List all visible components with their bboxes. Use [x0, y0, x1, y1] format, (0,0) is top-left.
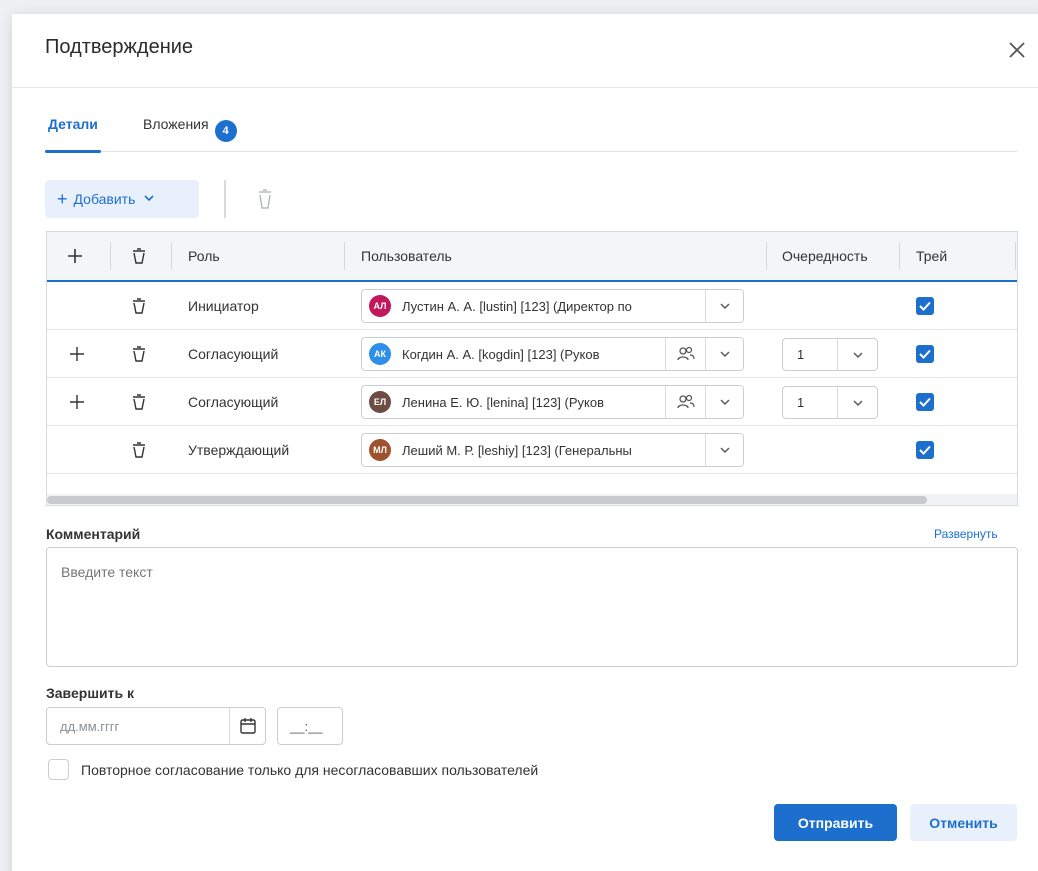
- chevron-down-icon: [143, 191, 155, 207]
- user-select[interactable]: ЕЛ Ленина Е. Ю. [lenina] [123] (Руков: [361, 385, 744, 419]
- plus-icon: +: [57, 188, 68, 209]
- avatar: ЕЛ: [369, 391, 391, 413]
- track-checkbox[interactable]: [916, 345, 934, 363]
- comment-label: Комментарий: [46, 526, 141, 542]
- delete-header-icon[interactable]: [131, 232, 147, 280]
- tab-attachments[interactable]: Вложения 4: [143, 116, 237, 142]
- order-select[interactable]: 1: [782, 386, 878, 419]
- row-role: Инициатор: [188, 298, 259, 314]
- calendar-icon[interactable]: [229, 708, 265, 744]
- avatar: АЛ: [369, 295, 391, 317]
- chevron-down-icon[interactable]: [705, 386, 743, 418]
- add-row-icon[interactable]: [69, 378, 85, 426]
- deadline-label: Завершить к: [46, 685, 134, 701]
- track-checkbox[interactable]: [916, 297, 934, 315]
- tab-bar: Детали Вложения 4: [45, 110, 1017, 153]
- col-order[interactable]: Очередность: [782, 232, 868, 280]
- add-row-header-icon[interactable]: [67, 232, 87, 280]
- comment-textarea[interactable]: [46, 547, 1018, 667]
- chevron-down-icon[interactable]: [705, 434, 743, 466]
- time-placeholder: __:__: [290, 718, 323, 734]
- chevron-down-icon[interactable]: [837, 339, 877, 370]
- tab-details-label: Детали: [48, 116, 98, 132]
- header-divider: [344, 242, 345, 270]
- chevron-down-icon[interactable]: [837, 387, 877, 418]
- order-value: 1: [797, 395, 805, 410]
- date-field[interactable]: дд.мм.гггг: [46, 707, 266, 745]
- header-divider: [1015, 242, 1016, 270]
- delete-row-icon[interactable]: [131, 282, 147, 330]
- col-user[interactable]: Пользователь: [361, 232, 452, 280]
- row-role: Утверждающий: [188, 442, 290, 458]
- table-row[interactable]: Согласующий ЕЛ Ленина Е. Ю. [lenina] [12…: [47, 378, 1017, 426]
- user-select[interactable]: МЛ Леший М. Р. [leshiy] [123] (Генеральн…: [361, 433, 744, 467]
- avatar: АК: [369, 343, 391, 365]
- recheck-checkbox[interactable]: [48, 759, 69, 780]
- user-select[interactable]: АЛ Лустин А. А. [lustin] [123] (Директор…: [361, 289, 744, 323]
- attachments-count-badge: 4: [214, 120, 237, 142]
- add-button[interactable]: + Добавить: [45, 180, 199, 218]
- expand-link[interactable]: Развернуть: [934, 527, 998, 541]
- cancel-button[interactable]: Отменить: [910, 804, 1017, 841]
- order-value: 1: [797, 347, 805, 362]
- avatar: МЛ: [369, 439, 391, 461]
- table-row[interactable]: Согласующий АК Когдин А. А. [kogdin] [12…: [47, 330, 1017, 378]
- send-button[interactable]: Отправить: [774, 804, 897, 841]
- date-placeholder: дд.мм.гггг: [60, 718, 120, 734]
- participants-grid: Роль Пользователь Очередность Трей Иници…: [46, 231, 1018, 506]
- header-divider: [171, 242, 172, 270]
- row-role: Согласующий: [188, 394, 279, 410]
- group-icon[interactable]: [665, 338, 705, 370]
- time-field[interactable]: __:__: [277, 707, 343, 745]
- col-role[interactable]: Роль: [188, 232, 220, 280]
- grid-header: Роль Пользователь Очередность Трей: [47, 232, 1017, 282]
- track-checkbox[interactable]: [916, 393, 934, 411]
- recheck-label: Повторное согласование только для несогл…: [81, 762, 539, 778]
- delete-row-icon[interactable]: [131, 378, 147, 426]
- header-divider: [899, 242, 900, 270]
- dialog-header: Подтверждение: [12, 14, 1038, 88]
- header-divider: [766, 242, 767, 270]
- close-icon[interactable]: [1005, 38, 1029, 62]
- row-role: Согласующий: [188, 346, 279, 362]
- user-select-value: Леший М. Р. [leshiy] [123] (Генеральны: [402, 442, 632, 458]
- delete-row-icon[interactable]: [131, 330, 147, 378]
- trash-icon[interactable]: [255, 188, 275, 215]
- horizontal-scrollbar-thumb[interactable]: [47, 496, 927, 504]
- user-select[interactable]: АК Когдин А. А. [kogdin] [123] (Руков: [361, 337, 744, 371]
- chevron-down-icon[interactable]: [705, 338, 743, 370]
- dialog-title: Подтверждение: [45, 36, 194, 58]
- chevron-down-icon[interactable]: [705, 290, 743, 322]
- user-select-value: Лустин А. А. [lustin] [123] (Директор по: [402, 298, 632, 314]
- toolbar-divider: [224, 180, 226, 218]
- group-icon[interactable]: [665, 386, 705, 418]
- table-row[interactable]: Инициатор АЛ Лустин А. А. [lustin] [123]…: [47, 282, 1017, 330]
- confirmation-dialog: Подтверждение Детали Вложения 4 + Добавит…: [12, 14, 1038, 871]
- header-divider: [110, 242, 111, 270]
- user-select-value: Ленина Е. Ю. [lenina] [123] (Руков: [402, 394, 605, 410]
- tab-attachments-label: Вложения: [143, 116, 209, 132]
- track-checkbox[interactable]: [916, 441, 934, 459]
- delete-row-icon[interactable]: [131, 426, 147, 474]
- table-row[interactable]: Утверждающий МЛ Леший М. Р. [leshiy] [12…: [47, 426, 1017, 474]
- user-select-value: Когдин А. А. [kogdin] [123] (Руков: [402, 346, 600, 362]
- col-track[interactable]: Трей: [916, 232, 947, 280]
- add-row-icon[interactable]: [69, 330, 85, 378]
- add-button-label: Добавить: [73, 191, 136, 207]
- order-select[interactable]: 1: [782, 338, 878, 371]
- tab-details[interactable]: Детали: [45, 116, 101, 153]
